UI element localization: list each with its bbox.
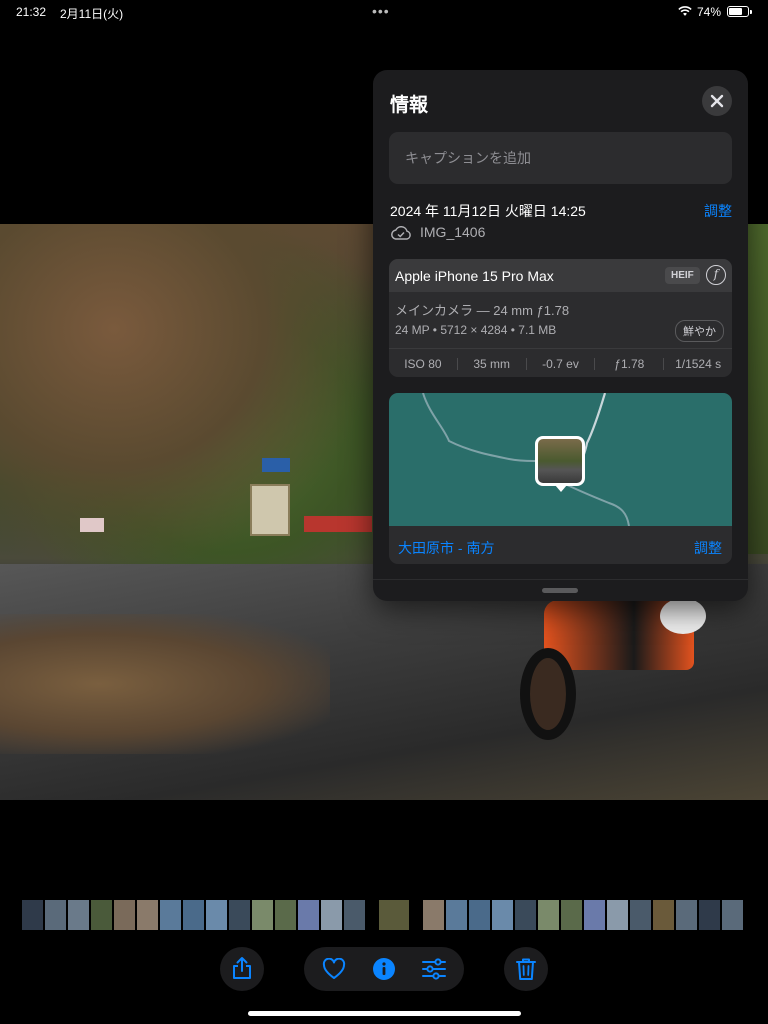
exif-iso: ISO 80 — [404, 356, 442, 371]
location-name-link[interactable]: 大田原市 - 南方 — [398, 538, 494, 558]
exif-row: ISO 80 35 mm -0.7 ev ƒ1.78 1/1524 s — [389, 348, 732, 377]
photo-blue-sign — [262, 458, 290, 472]
adjust-datetime-button[interactable]: 調整 — [704, 201, 732, 221]
motorcycle-wheel — [520, 648, 576, 740]
file-info: IMG_1406 — [390, 224, 485, 240]
share-icon — [233, 957, 251, 979]
filmstrip-thumbnail[interactable] — [229, 900, 250, 930]
thumbnail-filmstrip[interactable] — [22, 900, 748, 930]
exif-aperture: ƒ1.78 — [614, 356, 645, 371]
photo-red-banner — [304, 516, 372, 532]
wifi-icon — [678, 6, 692, 16]
filmstrip-thumbnail[interactable] — [114, 900, 135, 930]
filmstrip-thumbnail[interactable] — [45, 900, 66, 930]
filmstrip-thumbnail[interactable] — [137, 900, 158, 930]
home-indicator[interactable] — [248, 1011, 521, 1016]
photo-style-badge: 鮮やか — [675, 320, 724, 342]
battery-level-fill — [729, 8, 743, 15]
exif-shutter: 1/1524 s — [675, 356, 722, 371]
image-specs: 24 MP • 5712 × 4284 • 7.1 MB — [395, 323, 557, 337]
info-icon[interactable] — [372, 957, 396, 981]
filmstrip-thumbnail[interactable] — [206, 900, 227, 930]
aperture-icon[interactable]: f — [706, 265, 726, 285]
photo-small-sign — [80, 518, 104, 532]
exif-exposure: -0.7 ev — [542, 356, 579, 371]
panel-title: 情報 — [390, 95, 429, 116]
status-date: 2月11日(火) — [60, 7, 124, 21]
adjust-icon[interactable] — [421, 958, 447, 980]
filmstrip-thumbnail[interactable] — [584, 900, 605, 930]
map-photo-pin[interactable] — [535, 436, 585, 492]
panel-grabber-handle[interactable] — [542, 588, 578, 593]
close-icon — [710, 94, 724, 108]
filmstrip-thumbnail[interactable] — [252, 900, 273, 930]
icloud-icon — [391, 226, 411, 240]
filmstrip-thumbnail[interactable] — [275, 900, 296, 930]
exif-focal-length: 35 mm — [473, 356, 511, 371]
filmstrip-thumbnail[interactable] — [321, 900, 342, 930]
motorcycle-helmet — [660, 598, 706, 634]
filmstrip-thumbnail[interactable] — [344, 900, 365, 930]
filmstrip-thumbnail[interactable] — [22, 900, 43, 930]
photo-signboard — [250, 484, 290, 536]
filmstrip-current-thumbnail[interactable] — [379, 900, 409, 930]
filmstrip-gap — [367, 900, 377, 930]
location-card: 大田原市 - 南方 調整 — [389, 393, 732, 564]
filmstrip-thumbnail[interactable] — [653, 900, 674, 930]
device-card: Apple iPhone 15 Pro Max HEIF f メインカメラ — … — [389, 259, 732, 377]
photo-fallen-leaves — [0, 614, 330, 754]
status-time: 21:32 — [16, 5, 47, 19]
trash-icon — [516, 958, 536, 980]
photo-right-trees — [746, 224, 768, 554]
filename: IMG_1406 — [420, 224, 486, 240]
photo-motorcycle — [520, 598, 710, 740]
filmstrip-thumbnail[interactable] — [699, 900, 720, 930]
filmstrip-thumbnail[interactable] — [298, 900, 319, 930]
filmstrip-thumbnail[interactable] — [538, 900, 559, 930]
location-map[interactable] — [389, 393, 732, 526]
filmstrip-thumbnail[interactable] — [561, 900, 582, 930]
device-model: Apple iPhone 15 Pro Max — [395, 268, 554, 284]
filmstrip-thumbnail[interactable] — [607, 900, 628, 930]
close-button[interactable] — [702, 86, 732, 116]
filmstrip-thumbnail[interactable] — [469, 900, 490, 930]
battery-icon — [727, 6, 752, 17]
format-badge: HEIF — [665, 267, 700, 284]
filmstrip-thumbnail[interactable] — [68, 900, 89, 930]
filmstrip-thumbnail[interactable] — [423, 900, 444, 930]
filmstrip-gap — [411, 900, 421, 930]
battery-percent: 74% — [697, 5, 722, 19]
caption-input[interactable] — [389, 132, 732, 184]
filmstrip-thumbnail[interactable] — [160, 900, 181, 930]
filmstrip-thumbnail[interactable] — [183, 900, 204, 930]
filmstrip-thumbnail[interactable] — [722, 900, 743, 930]
filmstrip-thumbnail[interactable] — [630, 900, 651, 930]
battery-nub — [750, 10, 752, 14]
delete-button[interactable] — [504, 947, 548, 991]
info-panel: 情報 2024 年 11月12日 火曜日 14:25 調整 IMG_1406 A… — [373, 70, 748, 601]
filmstrip-thumbnail[interactable] — [446, 900, 467, 930]
filmstrip-thumbnail[interactable] — [492, 900, 513, 930]
map-pin-tip — [555, 485, 567, 492]
panel-divider — [373, 579, 748, 580]
share-button[interactable] — [220, 947, 264, 991]
filmstrip-thumbnail[interactable] — [91, 900, 112, 930]
photo-datetime: 2024 年 11月12日 火曜日 14:25 — [390, 203, 586, 219]
filmstrip-thumbnail[interactable] — [515, 900, 536, 930]
action-group — [304, 947, 464, 991]
multitasking-dots-icon[interactable]: ••• — [372, 3, 390, 19]
adjust-location-button[interactable]: 調整 — [694, 538, 722, 558]
heart-icon[interactable] — [322, 958, 346, 980]
lens-info: メインカメラ — 24 mm ƒ1.78 — [395, 303, 570, 318]
status-bar: 21:32 2月11日(火) ••• 74% — [0, 0, 768, 24]
filmstrip-thumbnail[interactable] — [676, 900, 697, 930]
